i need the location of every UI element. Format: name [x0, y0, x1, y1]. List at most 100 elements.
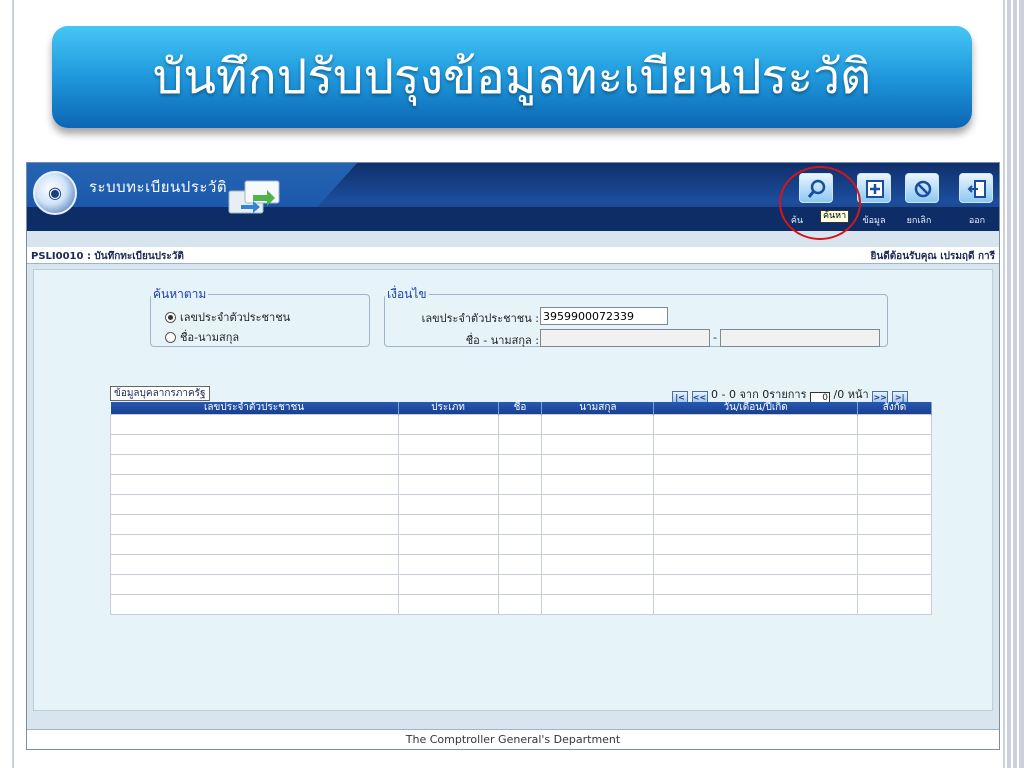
table-cell — [541, 574, 655, 595]
cancel-button-label: ยกเลิก — [906, 216, 932, 226]
table-cell — [541, 594, 655, 615]
table-cell — [857, 454, 932, 475]
radio-option-id[interactable]: เลขประจำตัวประชาชน — [165, 308, 290, 324]
table-cell — [110, 434, 399, 455]
first-name-input[interactable] — [540, 329, 710, 347]
table-row[interactable] — [110, 494, 932, 515]
form-code: PSLI0010 : บันทึกทะเบียนประวัติ — [31, 251, 184, 262]
content-panel: ค้นหาตาม เลขประจำตัวประชาชน ชื่อ-นามสกุล… — [33, 269, 993, 711]
table-cell — [541, 454, 655, 475]
table-cell — [497, 494, 543, 515]
table-cell — [110, 594, 399, 615]
folder-arrows-icon — [228, 180, 280, 214]
status-subbar: PSLI0010 : บันทึกทะเบียนประวัติ ยินดีต้อ… — [27, 247, 999, 264]
col-citizen-id[interactable]: เลขประจำตัวประชาชน — [110, 402, 399, 415]
slide-left-line — [12, 0, 14, 768]
table-cell — [653, 454, 859, 475]
table-cell — [857, 434, 932, 455]
table-cell — [653, 574, 859, 595]
table-cell — [397, 414, 499, 435]
slide-right-rail — [1003, 0, 1024, 768]
table-cell — [397, 574, 499, 595]
footer-band — [27, 715, 999, 729]
table-cell — [541, 414, 655, 435]
table-cell — [653, 474, 859, 495]
table-cell — [110, 534, 399, 555]
radio-id-button[interactable] — [165, 312, 176, 323]
welcome-text: ยินดีต้อนรับคุณ เปรมฤดี การี — [870, 251, 996, 262]
table-cell — [653, 414, 859, 435]
citizen-id-input[interactable] — [540, 307, 668, 325]
search-by-group: ค้นหาตาม เลขประจำตัวประชาชน ชื่อ-นามสกุล — [150, 285, 370, 347]
table-cell — [541, 554, 655, 575]
radio-option-name[interactable]: ชื่อ-นามสกุล — [165, 328, 239, 344]
results-table: เลขประจำตัวประชาชน ประเภท ชื่อ นามสกุล ว… — [110, 402, 932, 615]
table-cell — [397, 454, 499, 475]
table-row[interactable] — [110, 534, 932, 555]
grid-title: ข้อมูลบุคลากรภาครัฐ — [110, 386, 210, 401]
footer: The Comptroller General's Department — [27, 729, 999, 749]
table-cell — [541, 514, 655, 535]
table-cell — [541, 494, 655, 515]
table-cell — [497, 514, 543, 535]
table-cell — [397, 474, 499, 495]
col-birth-date[interactable]: วัน/เดือน/ปีเกิด — [653, 402, 859, 415]
table-cell — [497, 454, 543, 475]
table-cell — [541, 434, 655, 455]
highlight-circle — [779, 166, 861, 240]
table-row[interactable] — [110, 574, 932, 595]
condition-legend: เงื่อนไข — [387, 287, 427, 301]
col-last-name[interactable]: นามสกุล — [541, 402, 655, 415]
system-title: ระบบทะเบียนประวัติ — [89, 178, 228, 196]
table-row[interactable] — [110, 594, 932, 615]
plus-icon — [866, 180, 884, 198]
id-field-label: เลขประจำตัวประชาชน : — [421, 312, 539, 325]
add-button[interactable] — [857, 173, 891, 203]
table-cell — [110, 574, 399, 595]
table-cell — [653, 434, 859, 455]
table-header-row: เลขประจำตัวประชาชน ประเภท ชื่อ นามสกุล ว… — [110, 402, 932, 415]
table-cell — [110, 554, 399, 575]
table-cell — [397, 514, 499, 535]
pager: |< << 0 - 0 จาก 0รายการ 0 /0 หน้า >> >| — [672, 385, 908, 405]
table-row[interactable] — [110, 474, 932, 495]
table-row[interactable] — [110, 414, 932, 435]
table-cell — [653, 534, 859, 555]
table-cell — [857, 574, 932, 595]
table-cell — [110, 474, 399, 495]
app-window: ◉ ระบบทะเบียนประวัติ ค้น ข้อมูล ยกเลิก อ… — [26, 162, 1000, 750]
table-cell — [653, 514, 859, 535]
table-cell — [397, 554, 499, 575]
col-first-name[interactable]: ชื่อ — [498, 402, 543, 415]
slide-title: บันทึกปรับปรุงข้อมูลทะเบียนประวัติ — [152, 49, 872, 105]
table-cell — [857, 514, 932, 535]
table-row[interactable] — [110, 514, 932, 535]
exit-button[interactable] — [959, 173, 993, 203]
col-affiliation[interactable]: สังกัด — [857, 402, 932, 415]
table-body — [110, 414, 932, 615]
table-cell — [110, 494, 399, 515]
name-separator: - — [713, 331, 717, 344]
radio-name-button[interactable] — [165, 332, 176, 343]
table-cell — [110, 454, 399, 475]
table-cell — [497, 554, 543, 575]
table-row[interactable] — [110, 554, 932, 575]
last-name-input[interactable] — [720, 329, 880, 347]
pager-range: 0 - 0 จาก 0รายการ — [711, 388, 807, 401]
slide-title-banner: บันทึกปรับปรุงข้อมูลทะเบียนประวัติ — [52, 26, 972, 128]
table-cell — [497, 414, 543, 435]
table-cell — [857, 534, 932, 555]
table-cell — [497, 534, 543, 555]
pager-suffix: /0 หน้า — [833, 388, 869, 401]
table-cell — [497, 594, 543, 615]
radio-id-label: เลขประจำตัวประชาชน — [180, 311, 291, 324]
col-type[interactable]: ประเภท — [398, 402, 499, 415]
table-cell — [857, 554, 932, 575]
table-row[interactable] — [110, 434, 932, 455]
no-entry-icon — [914, 180, 932, 198]
table-cell — [857, 494, 932, 515]
exit-button-label: ออก — [968, 216, 986, 226]
table-cell — [397, 434, 499, 455]
table-row[interactable] — [110, 454, 932, 475]
cancel-button[interactable] — [905, 173, 939, 203]
